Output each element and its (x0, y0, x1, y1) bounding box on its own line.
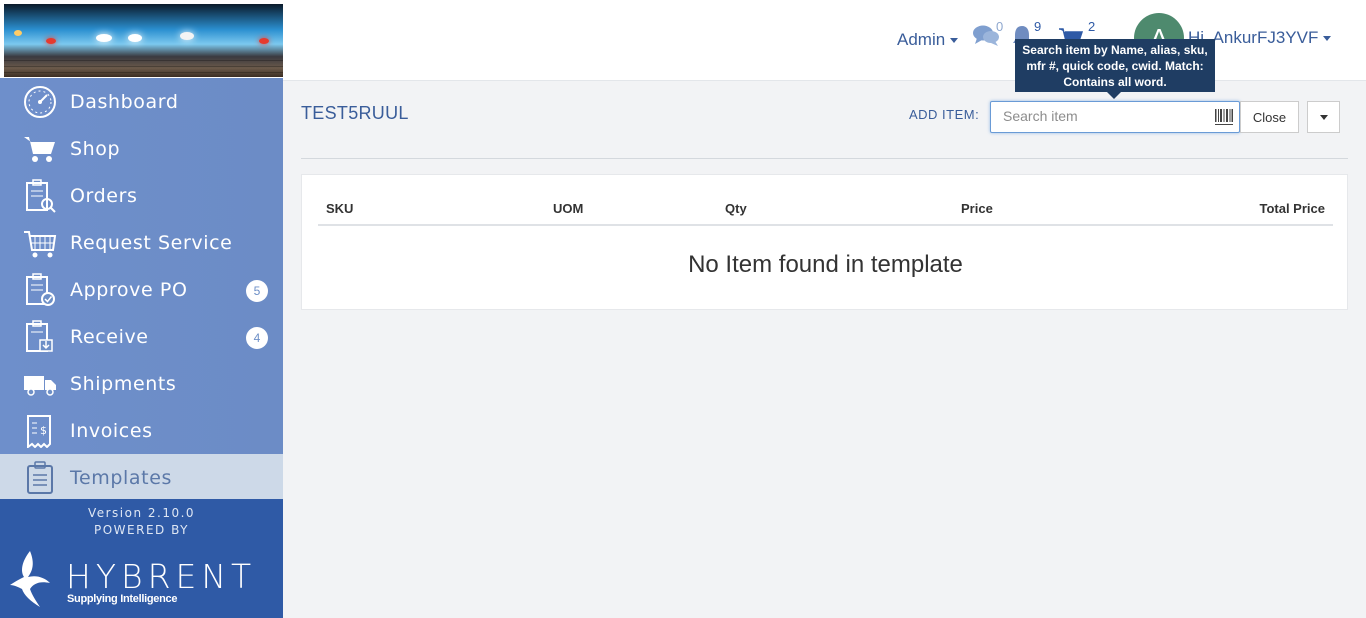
search-item-box (990, 101, 1240, 133)
admin-menu-label: Admin (897, 30, 946, 49)
search-item-input[interactable] (1003, 108, 1203, 124)
sidebar-item-shop[interactable]: Shop (0, 125, 283, 172)
dashboard-gauge-icon (23, 85, 57, 119)
column-header-qty: Qty (725, 201, 747, 216)
divider (301, 158, 1348, 159)
sidebar-item-request-service[interactable]: Request Service (0, 219, 283, 266)
search-tooltip: Search item by Name, alias, sku, mfr #, … (1015, 39, 1215, 99)
barcode-icon[interactable] (1215, 109, 1233, 126)
sidebar-item-label: Templates (70, 466, 172, 489)
request-service-cart-icon (23, 226, 57, 260)
sidebar-item-label: Dashboard (70, 90, 179, 113)
sidebar-item-label: Shipments (70, 372, 177, 395)
sidebar-item-dashboard[interactable]: Dashboard (0, 78, 283, 125)
orders-clipboard-icon (23, 178, 57, 213)
close-button[interactable]: Close (1240, 101, 1299, 133)
sidebar-item-label: Request Service (70, 231, 233, 254)
add-item-label: ADD ITEM: (909, 107, 980, 122)
sidebar: Dashboard Shop Orders Request Service Ap… (0, 0, 283, 618)
options-dropdown-button[interactable] (1307, 101, 1340, 133)
cart-count: 2 (1088, 19, 1096, 34)
version-text: Version 2.10.0 (87, 506, 196, 520)
receive-clipboard-icon (23, 319, 57, 354)
powered-by-text: POWERED BY (93, 523, 189, 537)
page-title: TEST5RUUL (301, 103, 409, 123)
brand-tagline: Supplying Intelligence (67, 593, 178, 605)
column-header-price: Price (961, 201, 993, 216)
brand-wordmark: HYBRENT (66, 557, 257, 596)
sidebar-item-label: Shop (70, 137, 121, 160)
hybrent-logo: HYBRENT Supplying Intelligence (10, 549, 251, 609)
sidebar-item-label: Receive (70, 325, 149, 348)
bird-logo-icon (10, 551, 50, 607)
sidebar-item-templates[interactable]: Templates (0, 454, 283, 501)
messages-count: 0 (996, 19, 1004, 34)
notifications-count: 9 (1034, 19, 1042, 34)
chevron-down-icon (950, 38, 959, 44)
sidebar-item-label: Invoices (70, 419, 153, 442)
sidebar-item-label: Orders (70, 184, 138, 207)
truck-icon (23, 367, 57, 401)
chevron-down-icon (1319, 114, 1328, 120)
sidebar-item-receive[interactable]: Receive 4 (0, 313, 283, 360)
empty-message: No Item found in template (688, 251, 963, 278)
sidebar-nav: Dashboard Shop Orders Request Service Ap… (0, 78, 283, 501)
column-header-uom: UOM (553, 201, 584, 216)
sidebar-item-shipments[interactable]: Shipments (0, 360, 283, 407)
sidebar-item-approve-po[interactable]: Approve PO 5 (0, 266, 283, 313)
chevron-down-icon (1323, 36, 1332, 42)
template-items-table: SKU UOM Qty Price Total Price No Item fo… (301, 174, 1348, 310)
svg-text:$: $ (40, 424, 47, 437)
invoice-icon: $ (23, 414, 57, 448)
table-header: SKU UOM Qty Price Total Price (318, 199, 1333, 226)
sidebar-item-label: Approve PO (70, 278, 188, 301)
approve-clipboard-icon (23, 272, 57, 307)
shopping-cart-icon (23, 132, 57, 166)
sidebar-item-invoices[interactable]: $ Invoices (0, 407, 283, 454)
company-logo-image[interactable] (4, 4, 283, 77)
column-header-total-price: Total Price (1259, 201, 1325, 216)
sidebar-item-orders[interactable]: Orders (0, 172, 283, 219)
admin-menu[interactable]: Admin (897, 30, 959, 50)
receive-count-badge: 4 (246, 327, 268, 349)
approve-po-count-badge: 5 (246, 280, 268, 302)
sidebar-footer: Version 2.10.0 POWERED BY HYBRENT Supply… (0, 499, 283, 618)
template-clipboard-icon (23, 460, 57, 495)
column-header-sku: SKU (326, 201, 354, 216)
